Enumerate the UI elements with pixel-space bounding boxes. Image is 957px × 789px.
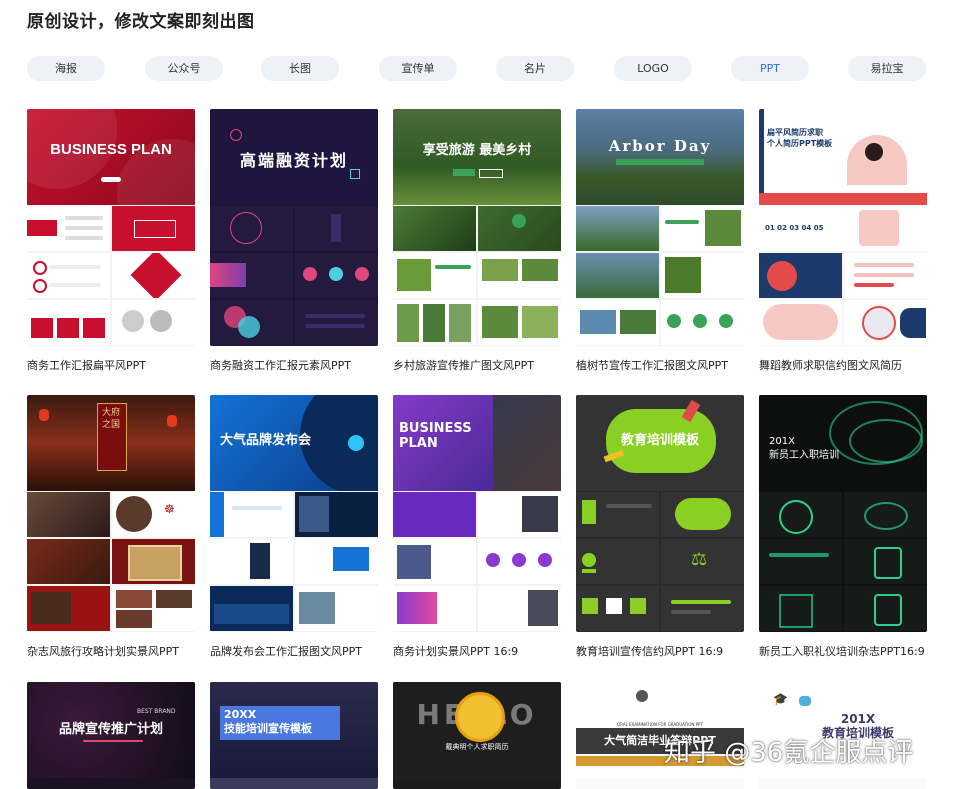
watermark-text: 知乎 @36氪企服点评	[664, 738, 914, 768]
cover-subtitle: 戴典明个人求职简历	[445, 743, 509, 751]
template-thumbnail[interactable]: BUSINESS PLAN	[393, 395, 561, 632]
category-tabs: 海报 公众号 长图 宣传单 名片 LOGO PPT 易拉宝	[27, 56, 927, 81]
template-caption[interactable]: 乡村旅游宣传推广图文风PPT	[393, 357, 583, 373]
template-caption[interactable]: 杂志风旅行攻略计划实景风PPT	[27, 643, 217, 659]
template-thumbnail[interactable]: 扁平风简历求职 个人简历PPT模板 01 02 03 04 05	[759, 109, 927, 346]
template-thumbnail[interactable]: Arbor Day	[576, 109, 744, 346]
cover-title: 高端融资计划	[239, 151, 348, 170]
template-caption[interactable]: 舞蹈教师求职信约图文风简历	[759, 357, 949, 373]
template-thumbnail[interactable]: 享受旅游 最美乡村	[393, 109, 561, 346]
template-thumbnail[interactable]: 大气品牌发布会	[210, 395, 378, 632]
cover-subtitle: BEST BRAND	[137, 708, 176, 715]
cover-title: 品牌宣传推广计划	[58, 722, 163, 737]
cover-title: 大气品牌发布会	[220, 433, 312, 448]
template-thumbnail[interactable]: HELLO 戴典明个人求职简历	[393, 682, 561, 789]
tab-business-card[interactable]: 名片	[496, 56, 574, 81]
template-caption[interactable]: 商务融资工作汇报元素风PPT	[210, 357, 400, 373]
cover-title: 20XX 技能培训宣传模板	[224, 708, 312, 735]
cover-title: BUSINESS PLAN	[399, 421, 472, 451]
template-caption[interactable]: 教育培训宣传信约风PPT 16:9	[576, 643, 766, 659]
cover-title: BUSINESS PLAN	[50, 141, 172, 158]
cover-title: 教育培训模板	[620, 433, 699, 448]
cover-subtitle: ORAL EXAMINATION FOR GRADUATION PPT	[617, 722, 703, 727]
tab-logo[interactable]: LOGO	[614, 56, 692, 81]
tab-ppt[interactable]: PPT	[731, 56, 809, 81]
template-thumbnail[interactable]: 201X 新员工入职培训	[759, 395, 927, 632]
page-title: 原创设计，修改文案即刻出图	[27, 12, 255, 32]
template-caption[interactable]: 商务计划实景风PPT 16:9	[393, 643, 583, 659]
template-thumbnail[interactable]: BUSINESS PLAN	[27, 109, 195, 346]
cover-title: 大府之国	[101, 408, 120, 430]
template-caption[interactable]: 新员工入职礼仪培训杂志PPT16:9	[759, 643, 949, 659]
template-thumbnail[interactable]: 20XX 技能培训宣传模板	[210, 682, 378, 789]
tab-rollup-banner[interactable]: 易拉宝	[848, 56, 926, 81]
tab-long-image[interactable]: 长图	[261, 56, 339, 81]
template-thumbnail[interactable]: 高端融资计划	[210, 109, 378, 346]
template-thumbnail[interactable]: 教育培训模板 ⚖	[576, 395, 744, 632]
template-thumbnail[interactable]: 大府之国 ☸	[27, 395, 195, 632]
cover-title: Arbor Day	[608, 137, 712, 155]
tab-poster[interactable]: 海报	[27, 56, 105, 81]
tab-flyer[interactable]: 宣传单	[379, 56, 457, 81]
tab-wechat-account[interactable]: 公众号	[145, 56, 223, 81]
template-caption[interactable]: 品牌发布会工作汇报图文风PPT	[210, 643, 400, 659]
template-caption[interactable]: 商务工作汇报扁平风PPT	[27, 357, 217, 373]
template-caption[interactable]: 植树节宣传工作汇报图文风PPT	[576, 357, 766, 373]
cover-title: 享受旅游 最美乡村	[422, 143, 532, 158]
cover-title: 扁平风简历求职 个人简历PPT模板	[767, 128, 833, 148]
template-thumbnail[interactable]: BEST BRAND 品牌宣传推广计划	[27, 682, 195, 789]
cover-title: 201X 新员工入职培训	[769, 436, 839, 461]
